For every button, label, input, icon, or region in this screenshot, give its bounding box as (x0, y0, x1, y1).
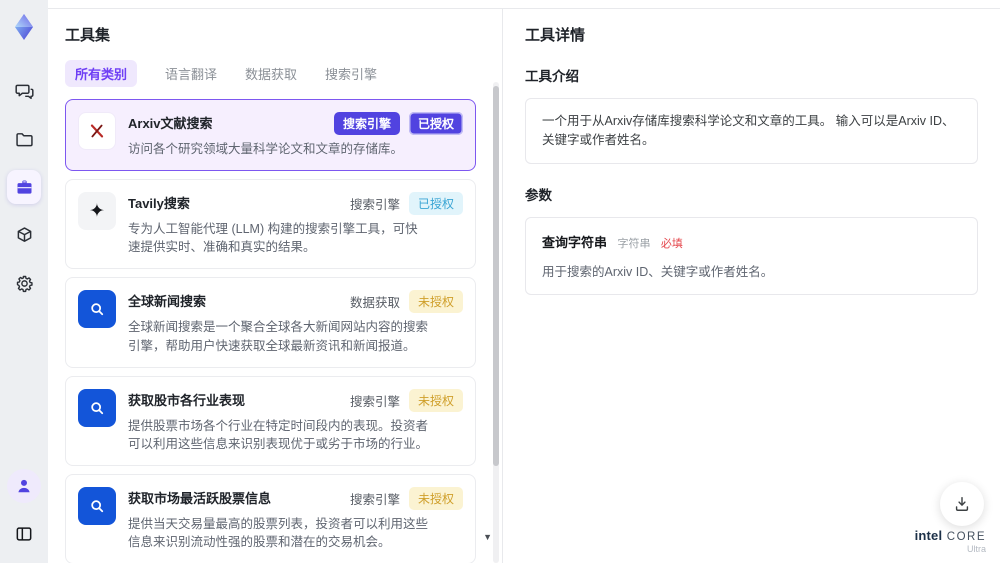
auth-status-badge: 未授权 (408, 486, 463, 510)
auth-status-badge: 未授权 (408, 388, 463, 412)
download-button[interactable] (940, 482, 984, 526)
top-gap (48, 0, 1000, 8)
parameter-card: 查询字符串 字符串 必填 用于搜索的Arxiv ID、关键字或作者姓名。 (525, 216, 978, 295)
auth-status-badge: 已授权 (408, 192, 463, 216)
tool-list-pane: 工具集 所有类别 语言翻译 数据获取 搜索引擎 Arxiv文献搜索 搜索引擎 已… (48, 9, 503, 563)
tool-description: 提供当天交易量最高的股票列表，投资者可以利用这些信息来识别流动性强的股票和潜在的… (128, 516, 429, 549)
app-window: 工具集 所有类别 语言翻译 数据获取 搜索引擎 Arxiv文献搜索 搜索引擎 已… (0, 0, 1000, 563)
category-label: 搜索引擎 (349, 394, 400, 409)
tool-description: 专为人工智能代理 (LLM) 构建的搜索引擎工具，可快速提供实时、准确和真实的结… (128, 222, 418, 255)
sidebar-item-panel-toggle[interactable] (7, 517, 41, 551)
auth-status-badge: 未授权 (408, 290, 463, 314)
page-title: 工具集 (65, 27, 111, 44)
app-logo-icon (9, 12, 39, 42)
params-heading: 参数 (525, 187, 552, 203)
tab-all-categories[interactable]: 所有类别 (65, 60, 138, 87)
category-badge: 搜索引擎 (333, 112, 400, 135)
tool-title: 全球新闻搜索 (128, 294, 207, 310)
sidebar-item-toolset[interactable] (7, 170, 41, 204)
tool-card-arxiv[interactable]: Arxiv文献搜索 搜索引擎 已授权 访问各个研究领域大量科学论文和文章的存储库… (65, 99, 476, 172)
tab-language-translation[interactable]: 语言翻译 (165, 64, 217, 83)
list-scrollbar-track[interactable] (493, 82, 499, 563)
intel-wordmark: intel (914, 527, 943, 543)
main-area: 工具集 所有类别 语言翻译 数据获取 搜索引擎 Arxiv文献搜索 搜索引擎 已… (48, 0, 1000, 563)
stock-active-icon (78, 486, 116, 525)
tool-title: Tavily搜索 (128, 196, 190, 212)
tool-card-tavily[interactable]: ✦ Tavily搜索 搜索引擎 已授权 专为人工智能代理 (LLM) 构建的搜索… (65, 179, 476, 270)
detail-title: 工具详情 (525, 27, 586, 44)
sidebar-item-packages[interactable] (7, 218, 41, 252)
list-scrollbar-thumb[interactable] (493, 86, 499, 466)
core-wordmark: CORE (946, 530, 986, 543)
tavily-star-icon: ✦ (78, 192, 116, 231)
rail-bottom (7, 469, 41, 551)
user-icon (14, 476, 34, 496)
tool-card-most-active-stocks[interactable]: 获取市场最活跃股票信息 搜索引擎 未授权 提供当天交易量最高的股票列表，投资者可… (65, 473, 476, 563)
tab-search-engine[interactable]: 搜索引擎 (325, 64, 377, 83)
category-label: 数据获取 (349, 296, 400, 311)
ultra-wordmark: Ultra (966, 544, 986, 555)
sidebar-item-folder[interactable] (7, 122, 41, 156)
tool-title: 获取市场最活跃股票信息 (128, 490, 272, 506)
parameter-header: 查询字符串 字符串 必填 (542, 232, 961, 252)
auth-status-badge: 已授权 (408, 112, 463, 135)
parameter-name: 查询字符串 (542, 234, 608, 250)
parameter-description: 用于搜索的Arxiv ID、关键字或作者姓名。 (542, 264, 774, 279)
scroll-down-indicator[interactable]: ▼ (483, 533, 492, 542)
briefcase-icon (14, 177, 35, 198)
news-search-icon (78, 290, 116, 329)
category-tabs: 所有类别 语言翻译 数据获取 搜索引擎 (65, 60, 488, 87)
chat-icon (14, 81, 35, 102)
intro-heading: 工具介绍 (525, 69, 579, 84)
cube-icon (14, 225, 35, 246)
intro-text-box: 一个用于从Arxiv存储库搜索科学论文和文章的工具。 输入可以是Arxiv ID… (525, 98, 978, 164)
tool-description: 访问各个研究领域大量科学论文和文章的存储库。 (128, 142, 404, 156)
rail-nav (7, 74, 41, 300)
tool-card-global-news[interactable]: 全球新闻搜索 数据获取 未授权 全球新闻搜索是一个聚合全球各大新闻网站内容的搜索… (65, 277, 476, 368)
stock-sector-icon (78, 388, 116, 427)
tool-card-sector-performance[interactable]: 获取股市各行业表现 搜索引擎 未授权 提供股票市场各个行业在特定时间段内的表现。… (65, 375, 476, 466)
tool-detail-pane: 工具详情 工具介绍 一个用于从Arxiv存储库搜索科学论文和文章的工具。 输入可… (503, 9, 1000, 563)
layout-icon (14, 524, 34, 544)
arxiv-logo-icon (78, 112, 116, 150)
tool-title: Arxiv文献搜索 (128, 116, 213, 131)
category-label: 搜索引擎 (349, 492, 400, 507)
tool-description: 提供股票市场各个行业在特定时间段内的表现。投资者可以利用这些信息来识别表现优于或… (128, 418, 429, 451)
sidebar-item-chat[interactable] (7, 74, 41, 108)
parameter-type: 字符串 (617, 237, 651, 250)
category-label: 搜索引擎 (349, 198, 400, 213)
tool-title: 获取股市各行业表现 (128, 392, 246, 408)
intel-core-logo: intel CORE Ultra (915, 527, 986, 555)
folder-icon (14, 129, 35, 150)
tab-data-acquisition[interactable]: 数据获取 (245, 64, 297, 83)
parameter-required-flag: 必填 (660, 237, 683, 250)
sidebar-item-settings[interactable] (7, 266, 41, 300)
download-icon (952, 494, 972, 514)
sidebar-item-profile[interactable] (7, 469, 41, 503)
tool-list: Arxiv文献搜索 搜索引擎 已授权 访问各个研究领域大量科学论文和文章的存储库… (65, 99, 488, 563)
left-rail (0, 0, 48, 563)
gear-icon (14, 273, 35, 294)
tool-description: 全球新闻搜索是一个聚合全球各大新闻网站内容的搜索引擎，帮助用户快速获取全球最新资… (128, 320, 429, 353)
